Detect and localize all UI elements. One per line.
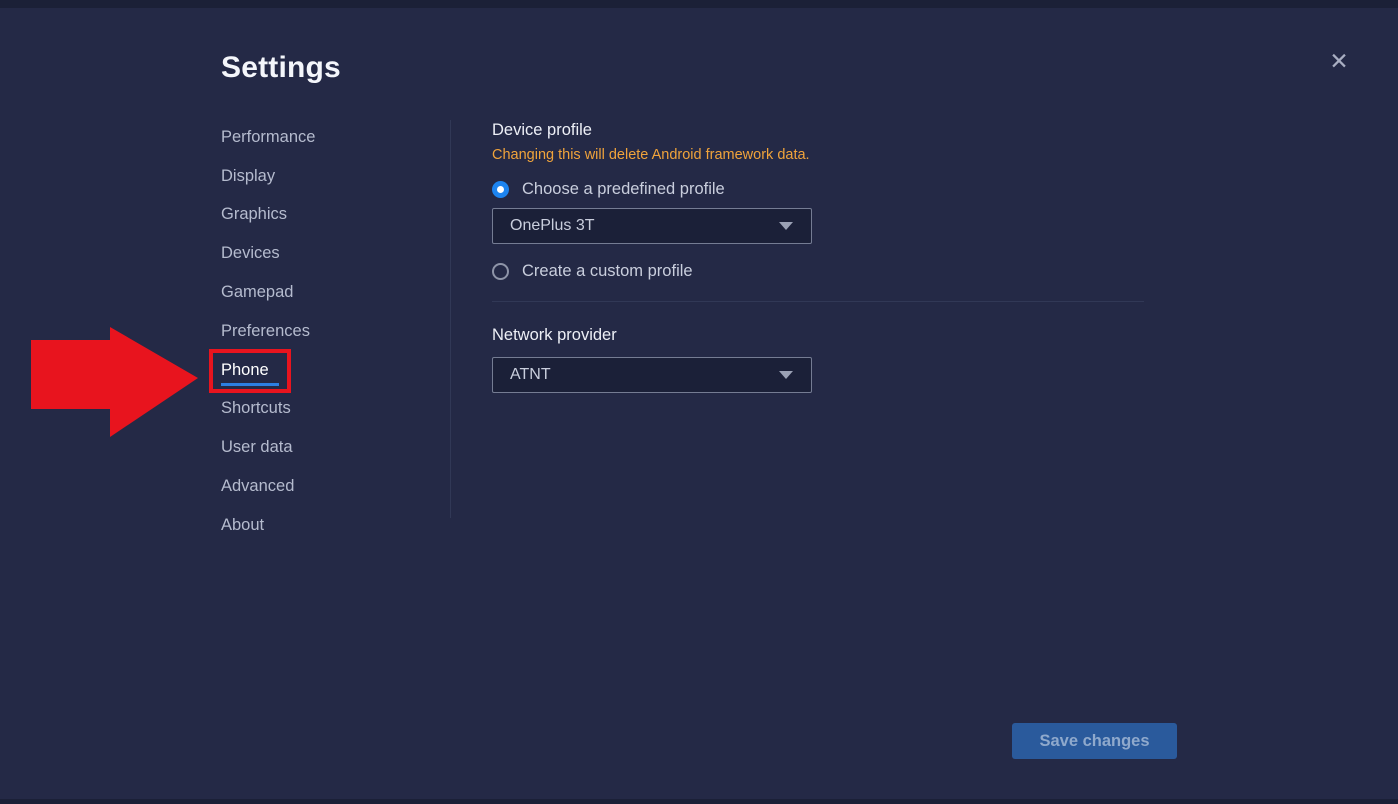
sidebar-item-devices[interactable]: Devices bbox=[221, 234, 421, 273]
sidebar-item-graphics[interactable]: Graphics bbox=[221, 196, 421, 235]
device-profile-heading: Device profile bbox=[492, 121, 592, 140]
settings-sidebar: Performance Display Graphics Devices Gam… bbox=[221, 118, 421, 545]
custom-profile-radio[interactable]: Create a custom profile bbox=[492, 262, 693, 281]
red-arrow-annotation bbox=[28, 324, 202, 440]
network-provider-dropdown[interactable]: ATNT bbox=[492, 357, 812, 393]
chevron-down-icon bbox=[779, 222, 793, 230]
sidebar-item-performance[interactable]: Performance bbox=[221, 118, 421, 157]
save-changes-button[interactable]: Save changes bbox=[1012, 723, 1177, 759]
predefined-profile-radio-label: Choose a predefined profile bbox=[522, 180, 725, 199]
network-provider-dropdown-value: ATNT bbox=[493, 366, 779, 384]
sidebar-item-about[interactable]: About bbox=[221, 506, 421, 545]
device-profile-warning: Changing this will delete Android framew… bbox=[492, 147, 810, 163]
network-provider-heading: Network provider bbox=[492, 326, 617, 345]
predefined-profile-radio[interactable]: Choose a predefined profile bbox=[492, 180, 725, 199]
page-title: Settings bbox=[221, 51, 341, 85]
custom-profile-radio-label: Create a custom profile bbox=[522, 262, 693, 281]
sidebar-item-shortcuts[interactable]: Shortcuts bbox=[221, 390, 421, 429]
device-profile-dropdown-value: OnePlus 3T bbox=[493, 217, 779, 235]
close-icon[interactable]: ✕ bbox=[1322, 44, 1356, 78]
device-profile-dropdown[interactable]: OnePlus 3T bbox=[492, 208, 812, 244]
sidebar-content-divider bbox=[450, 120, 451, 518]
sidebar-item-display[interactable]: Display bbox=[221, 157, 421, 196]
chevron-down-icon bbox=[779, 371, 793, 379]
radio-selected-icon[interactable] bbox=[492, 181, 509, 198]
radio-unselected-icon[interactable] bbox=[492, 263, 509, 280]
sidebar-item-gamepad[interactable]: Gamepad bbox=[221, 273, 421, 312]
window-bottom-border bbox=[0, 799, 1398, 804]
section-divider bbox=[492, 301, 1144, 302]
window-top-border bbox=[0, 0, 1398, 8]
sidebar-item-user-data[interactable]: User data bbox=[221, 428, 421, 467]
sidebar-item-advanced[interactable]: Advanced bbox=[221, 467, 421, 506]
sidebar-item-preferences[interactable]: Preferences bbox=[221, 312, 421, 351]
sidebar-item-phone[interactable]: Phone bbox=[221, 351, 421, 390]
